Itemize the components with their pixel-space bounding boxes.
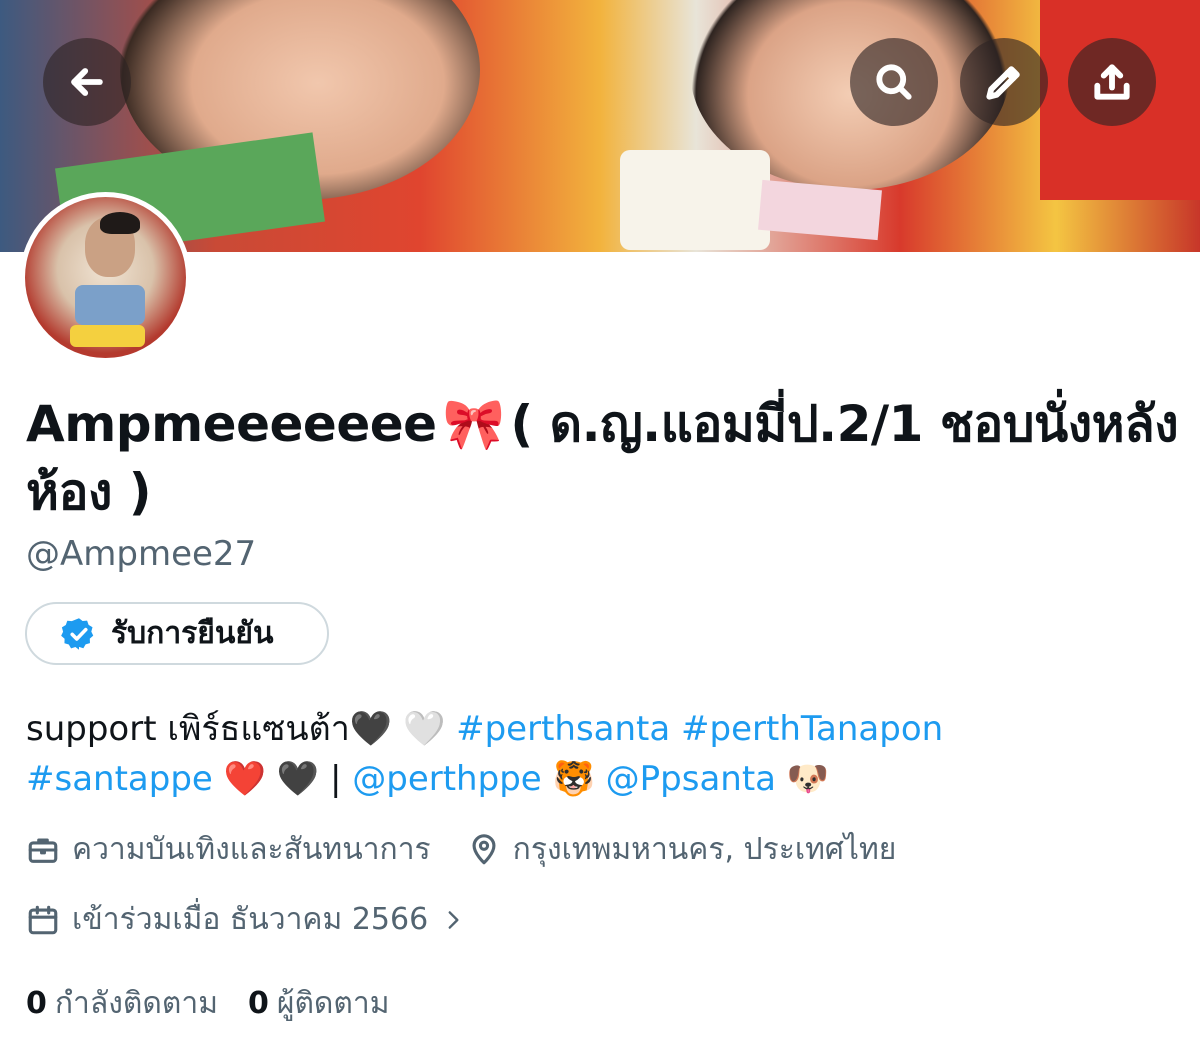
- display-name-text: Ampmeeeeeee: [26, 395, 437, 453]
- back-button[interactable]: [43, 38, 131, 126]
- avatar-image: [25, 197, 186, 358]
- banner-card: [758, 179, 882, 241]
- profile-category: ความบันเทิงและสันทนาการ: [26, 826, 431, 873]
- get-verified-label: รับการยืนยัน: [111, 616, 274, 651]
- verified-badge-icon: [61, 617, 94, 650]
- followers-label: ผู้ติดตาม: [276, 986, 390, 1021]
- get-verified-button[interactable]: รับการยืนยัน: [25, 602, 329, 665]
- banner-mug: [620, 150, 770, 250]
- followers-count: 0: [248, 986, 269, 1021]
- black-heart-emoji: 🖤: [349, 709, 393, 749]
- bio-text: support เพิร์ธแซนต้า: [26, 709, 350, 749]
- followers-link[interactable]: 0 ผู้ติดตาม: [248, 980, 390, 1027]
- edit-button[interactable]: [960, 38, 1048, 126]
- location-pin-icon: [472, 833, 496, 864]
- black-heart-emoji-2: 🖤: [276, 759, 320, 799]
- share-button[interactable]: [1068, 38, 1156, 126]
- search-button[interactable]: [850, 38, 938, 126]
- avatar-logo: [70, 325, 145, 347]
- white-heart-emoji: 🤍: [402, 709, 446, 750]
- following-link[interactable]: 0 กำลังติดตาม: [26, 980, 218, 1027]
- search-icon: [876, 64, 912, 100]
- mention-perthppe[interactable]: @perthppe: [352, 759, 541, 799]
- pencil-icon: [986, 66, 1020, 100]
- display-name: Ampmeeeeeee 🎀( ด.ญ.แอมมี่ป.2/1 ชอบนั่งหลั…: [26, 390, 1186, 526]
- briefcase-icon: [28, 838, 58, 863]
- hashtag-perthtanapon[interactable]: #perthTanapon: [681, 709, 943, 749]
- profile-meta-row: ความบันเทิงและสันทนาการ กรุงเทพมหานคร, ป…: [26, 826, 932, 873]
- mention-ppsanta[interactable]: @Ppsanta: [606, 759, 776, 799]
- bio-separator: |: [329, 759, 342, 799]
- hashtag-perthsanta[interactable]: #perthsanta: [456, 709, 670, 749]
- hashtag-santappe[interactable]: #santappe: [26, 759, 213, 799]
- chevron-right-icon: [448, 910, 459, 929]
- calendar-icon: [28, 905, 58, 934]
- avatar[interactable]: [20, 192, 191, 363]
- following-count: 0: [26, 986, 47, 1021]
- tiger-emoji: 🐯: [552, 759, 595, 799]
- avatar-hair: [100, 212, 140, 234]
- profile-joined[interactable]: เข้าร่วมเมื่อ ธันวาคม 2566: [26, 896, 466, 943]
- avatar-figure: [75, 285, 145, 325]
- share-icon: [1094, 64, 1130, 100]
- joined-text: เข้าร่วมเมื่อ ธันวาคม 2566: [72, 902, 429, 937]
- arrow-left-icon: [71, 68, 103, 96]
- red-heart-emoji: ❤️: [223, 759, 266, 799]
- category-text: ความบันเทิงและสันทนาการ: [72, 832, 431, 867]
- dog-emoji: 🐶: [786, 759, 830, 799]
- profile-banner[interactable]: [0, 0, 1200, 252]
- bio: support เพิร์ธแซนต้า🖤 🤍 #perthsanta #per…: [26, 704, 1186, 804]
- user-handle: @Ampmee27: [26, 534, 257, 574]
- following-label: กำลังติดตาม: [54, 986, 218, 1021]
- profile-location: กรุงเทพมหานคร, ประเทศไทย: [467, 826, 897, 873]
- location-text: กรุงเทพมหานคร, ประเทศไทย: [512, 832, 897, 867]
- follow-stats: 0 กำลังติดตาม 0 ผู้ติดตาม: [26, 980, 420, 1027]
- ribbon-emoji: 🎀: [442, 395, 505, 453]
